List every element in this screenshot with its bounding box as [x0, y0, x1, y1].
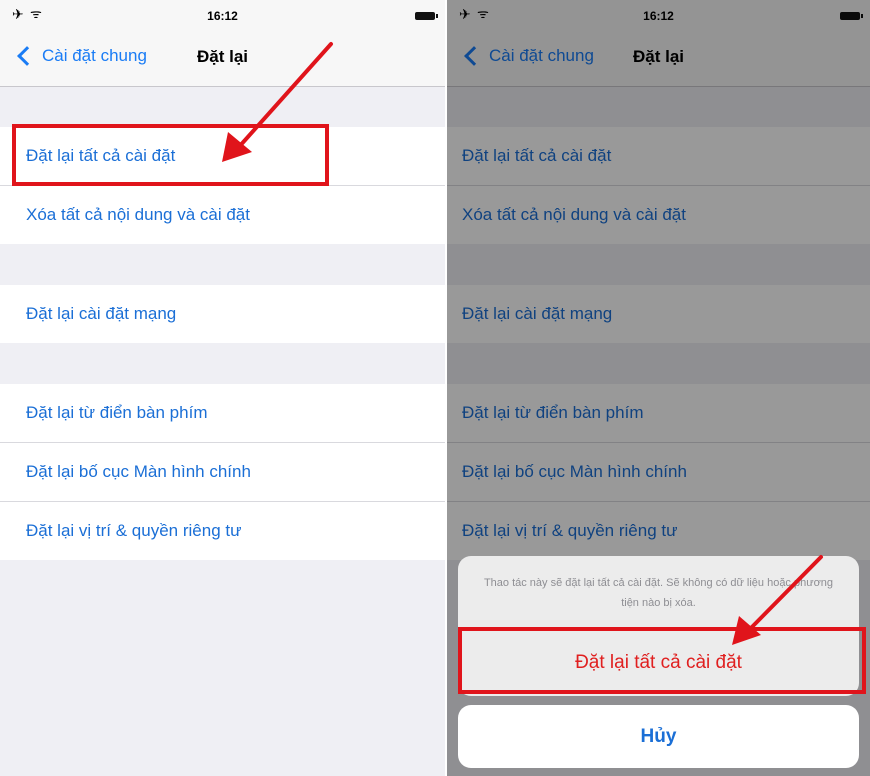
settings-screen-right: ✈ ᯤ 16:12 Cài đặt chung Đặt lại Đặt lại …: [447, 0, 870, 776]
annotation-arrow-icon: [222, 42, 333, 162]
reset-network-settings-item[interactable]: Đặt lại cài đặt mạng: [0, 285, 445, 343]
reset-location-privacy-item[interactable]: Đặt lại vị trí & quyền riêng tư: [0, 502, 445, 560]
reset-group-2: Đặt lại cài đặt mạng: [0, 285, 445, 343]
reset-home-screen-layout-item[interactable]: Đặt lại bố cục Màn hình chính: [0, 443, 445, 502]
reset-group-3: Đặt lại từ điển bàn phím Đặt lại bố cục …: [0, 384, 445, 560]
reset-keyboard-dictionary-item[interactable]: Đặt lại từ điển bàn phím: [0, 384, 445, 443]
annotation-arrow-icon: [732, 555, 823, 645]
settings-screen-left: ✈ ᯤ 16:12 Cài đặt chung Đặt lại Đặt lại …: [0, 0, 445, 776]
